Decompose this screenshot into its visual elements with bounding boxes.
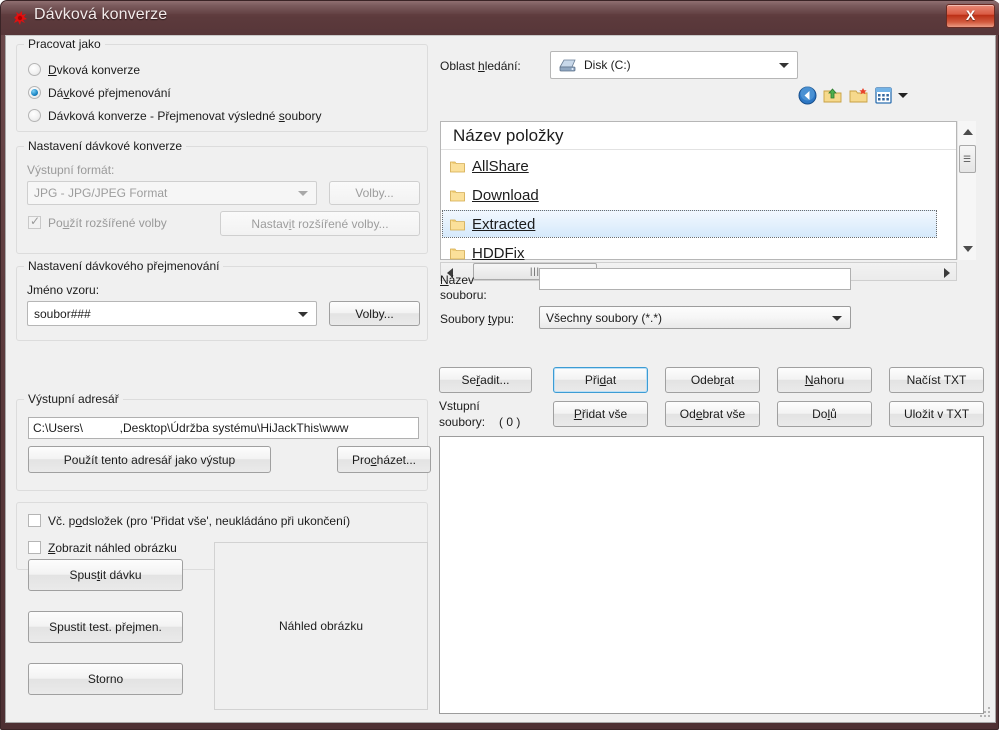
- selected-files-list[interactable]: [439, 436, 984, 714]
- list-item-label: HDDFix: [472, 244, 525, 262]
- file-type-label: Soubory typu:: [440, 312, 515, 326]
- file-name-input[interactable]: [539, 268, 851, 290]
- file-name-label: Název: [440, 273, 475, 287]
- list-column-header: Název položky: [441, 122, 956, 150]
- up-folder-icon[interactable]: [823, 86, 842, 105]
- input-files-label-line1: Vstupní: [439, 399, 480, 413]
- dialog-window: Dávková konverze X Pracovat jako Dvková …: [0, 0, 999, 730]
- client-area: Pracovat jako Dvková konverze Dávkové př…: [5, 35, 996, 723]
- test-rename-button[interactable]: Spustit test. přejmen.: [28, 611, 183, 643]
- radio-batch-convert[interactable]: [28, 63, 41, 76]
- conversion-settings-legend: Nastavení dávkové konverze: [24, 139, 187, 153]
- format-options-button[interactable]: Volby...: [329, 181, 420, 205]
- chevron-down-icon: [298, 191, 308, 196]
- scroll-down-arrow-icon[interactable]: [963, 246, 973, 252]
- image-preview-text: Náhled obrázku: [278, 619, 364, 633]
- output-format-label: Výstupní formát:: [27, 163, 115, 177]
- folder-list-vertical-scrollbar[interactable]: ☰: [957, 121, 976, 260]
- radio-batch-convert-label: Dvková konverze: [48, 63, 141, 77]
- include-subfolders-checkbox[interactable]: [28, 514, 41, 527]
- image-preview-panel: Náhled obrázku: [214, 542, 428, 710]
- look-in-combo[interactable]: Disk (C:): [550, 51, 798, 79]
- move-up-button[interactable]: Nahoru: [777, 367, 872, 393]
- scrollbar-thumb[interactable]: ☰: [959, 145, 976, 173]
- load-txt-button[interactable]: Načíst TXT: [889, 367, 984, 393]
- use-extended-options-label: Použít rozšířené volby: [48, 216, 167, 230]
- save-txt-button[interactable]: Uložit v TXT: [889, 401, 984, 427]
- work-as-group: Pracovat jako Dvková konverze Dávkové př…: [16, 37, 428, 132]
- scroll-right-arrow-icon[interactable]: [944, 268, 950, 278]
- output-format-combo[interactable]: JPG - JPG/JPEG Format: [27, 181, 317, 205]
- list-item[interactable]: AllShare: [442, 152, 937, 180]
- file-name-label-line2: souboru:: [440, 288, 487, 302]
- hard-drive-icon: [559, 59, 576, 71]
- radio-batch-rename-label: Dávkové přejmenování: [48, 86, 171, 100]
- add-button[interactable]: Přidat: [553, 367, 648, 393]
- output-directory-group: Výstupní adresář C:\Users\ ,Desktop\Údrž…: [16, 392, 431, 491]
- file-type-combo[interactable]: Všechny soubory (*.*): [539, 306, 851, 329]
- list-item-label: AllShare: [472, 157, 529, 175]
- chevron-down-icon: [832, 315, 842, 321]
- pattern-name-combo[interactable]: soubor###: [27, 301, 317, 326]
- acc: D: [48, 63, 57, 77]
- back-icon[interactable]: [798, 86, 817, 105]
- move-down-button[interactable]: Dolů: [777, 401, 872, 427]
- use-extended-options-checkbox[interactable]: [28, 214, 41, 229]
- close-button[interactable]: X: [946, 4, 995, 28]
- use-this-directory-button[interactable]: Použít tento adresář jako výstup: [28, 446, 271, 473]
- output-directory-legend: Výstupní adresář: [24, 392, 123, 406]
- scroll-up-arrow-icon[interactable]: [963, 129, 973, 135]
- view-mode-icon[interactable]: [875, 87, 892, 104]
- show-image-preview-label: Zobrazit náhled obrázku: [48, 541, 177, 555]
- browse-button[interactable]: Procházet...: [337, 446, 431, 473]
- add-all-button[interactable]: Přidat vše: [553, 401, 648, 427]
- folder-icon: [450, 219, 465, 230]
- output-path-input[interactable]: C:\Users\ ,Desktop\Údržba systému\HiJack…: [28, 417, 419, 439]
- run-batch-button[interactable]: Spustit dávku: [28, 559, 183, 591]
- radio-batch-convert-rename-label: Dávková konverze - Přejmenovat výsledné …: [48, 109, 322, 123]
- view-dropdown-icon[interactable]: [898, 93, 908, 98]
- window-title: Dávková konverze: [34, 6, 168, 23]
- title-bar: Dávková konverze X: [1, 1, 999, 35]
- output-format-value: JPG - JPG/JPEG Format: [34, 186, 168, 200]
- conversion-settings-group: Nastavení dávkové konverze Výstupní form…: [16, 139, 428, 254]
- bug-splat-icon: [14, 11, 27, 25]
- radio-batch-convert-rename[interactable]: [28, 109, 41, 122]
- chevron-down-icon: [779, 63, 789, 68]
- sort-button[interactable]: Seřadit...: [439, 367, 532, 393]
- list-item-selected[interactable]: Extracted: [442, 210, 937, 238]
- pattern-name-value: soubor###: [34, 306, 91, 321]
- remove-all-button[interactable]: Odebrat vše: [665, 401, 760, 427]
- cancel-button[interactable]: Storno: [28, 663, 183, 695]
- folder-list-pane: Název položky AllShare Download Extracte…: [440, 121, 957, 262]
- look-in-label: Oblast hledání:: [440, 59, 521, 73]
- rename-settings-legend: Nastavení dávkového přejmenování: [24, 259, 224, 273]
- thumb-grip: ☰: [962, 153, 973, 164]
- set-extended-options-button[interactable]: Nastavit rozšířené volby...: [220, 211, 420, 236]
- resize-grip-icon[interactable]: [978, 705, 992, 719]
- include-subfolders-label: Vč. podsložek (pro 'Přidat vše', neuklád…: [48, 514, 351, 528]
- show-image-preview-checkbox[interactable]: [28, 541, 41, 554]
- chevron-down-icon: [298, 311, 308, 317]
- list-item-label: Extracted: [472, 215, 536, 233]
- rename-settings-group: Nastavení dávkového přejmenování Jméno v…: [16, 259, 428, 341]
- folder-icon: [450, 161, 465, 172]
- work-as-legend: Pracovat jako: [24, 37, 105, 51]
- list-item[interactable]: Download: [442, 181, 937, 209]
- radio-batch-rename[interactable]: [28, 86, 41, 99]
- input-files-count: ( 0 ): [499, 415, 521, 429]
- rename-options-button[interactable]: Volby...: [329, 301, 420, 326]
- input-files-label-line2: soubory:: [439, 415, 486, 429]
- file-type-value: Všechny soubory (*.*): [546, 310, 663, 325]
- list-item-label: Download: [472, 186, 539, 204]
- output-path-value: C:\Users\ ,Desktop\Údržba systému\HiJack…: [33, 421, 349, 435]
- remove-button[interactable]: Odebrat: [665, 367, 760, 393]
- pattern-name-label: Jméno vzoru:: [27, 283, 100, 297]
- folder-icon: [450, 248, 465, 259]
- look-in-value: Disk (C:): [584, 58, 631, 72]
- folder-icon: [450, 190, 465, 201]
- new-folder-icon[interactable]: [849, 86, 868, 105]
